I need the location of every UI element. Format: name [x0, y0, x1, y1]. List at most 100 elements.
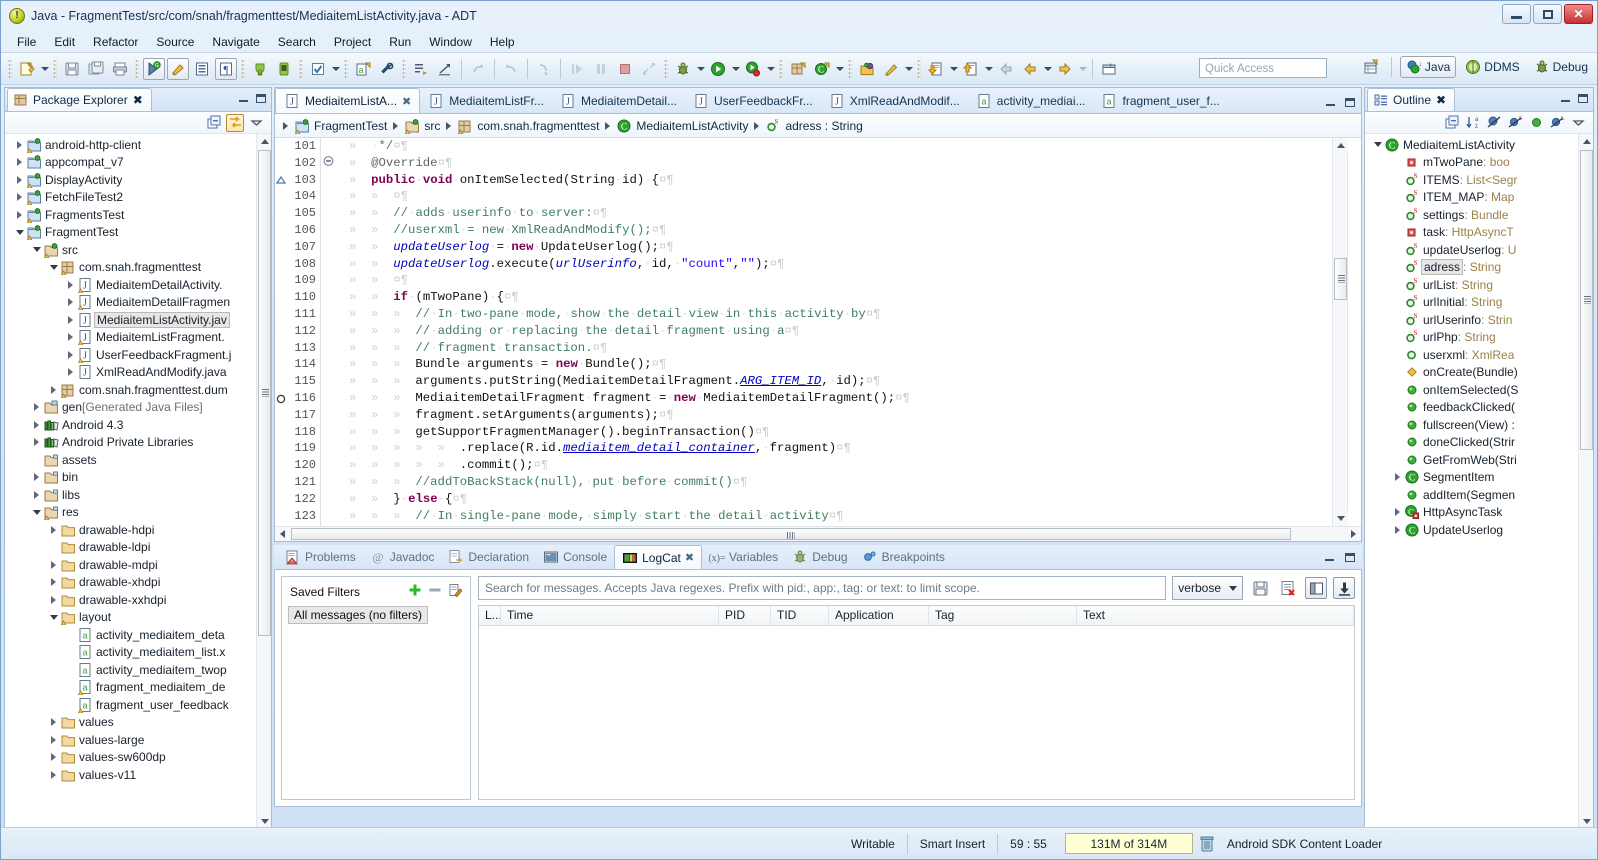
toolbar-grip-11[interactable]	[917, 58, 921, 79]
search-paint-icon[interactable]	[880, 58, 902, 80]
toolbar-grip-3[interactable]	[135, 58, 139, 79]
outline-tree[interactable]: C MediaitemListActivity mTwoPane : boo S ITE…	[1365, 134, 1593, 829]
tree-row[interactable]: bin	[5, 469, 271, 487]
outline-vscroll-thumb[interactable]	[1580, 150, 1593, 450]
outline-row[interactable]: addItem(Segmen	[1365, 486, 1593, 504]
chevron-right-icon[interactable]	[47, 560, 60, 569]
tree-row[interactable]: layout	[5, 609, 271, 627]
tree-row[interactable]: a activity_mediaitem_twop	[5, 661, 271, 679]
chevron-right-icon[interactable]	[47, 770, 60, 779]
editor-annotation-ruler[interactable]: 101 102 103 104 105 106 107 108 109 110 111 112 113 1…	[275, 138, 321, 526]
sort-icon[interactable]: az	[1464, 114, 1482, 132]
logcat-column-header[interactable]: TID	[771, 606, 829, 625]
debug-run-icon[interactable]	[672, 58, 694, 80]
new-window-icon[interactable]	[1098, 58, 1120, 80]
hide-static-icon[interactable]: S	[1506, 114, 1524, 132]
outline-row[interactable]: Sadress : String	[1365, 259, 1593, 277]
maximize-bottom-icon[interactable]	[1343, 550, 1357, 564]
toolbar-grip-6[interactable]	[344, 58, 348, 79]
bottom-tab[interactable]: LogCat ✖	[614, 545, 703, 569]
close-icon[interactable]: ✖	[133, 93, 143, 107]
tree-row[interactable]: a activity_mediaitem_deta	[5, 626, 271, 644]
close-icon[interactable]: ✖	[402, 95, 411, 108]
next-edit-icon[interactable]	[925, 58, 947, 80]
chevron-right-icon[interactable]	[47, 385, 60, 394]
clear-log-icon[interactable]	[1277, 577, 1299, 599]
minimize-button[interactable]	[1502, 4, 1531, 24]
menu-source[interactable]: Source	[148, 33, 202, 51]
package-explorer-tree[interactable]: android-http-client appcompat_v7 DisplayAc…	[5, 134, 271, 829]
vscroll-thumb[interactable]	[258, 150, 271, 636]
chevron-right-icon[interactable]	[30, 438, 43, 447]
new-wizard-dropdown[interactable]	[39, 58, 50, 80]
tree-row[interactable]: FetchFileTest2	[5, 189, 271, 207]
close-icon[interactable]: ✖	[1436, 93, 1446, 107]
minimize-bottom-icon[interactable]	[1322, 550, 1336, 564]
tree-row[interactable]: J MediaitemListActivity.jav	[5, 311, 271, 329]
minus-icon[interactable]	[428, 583, 442, 600]
scroll-up-icon[interactable]	[257, 134, 271, 149]
status-memory-indicator[interactable]: 131M of 314M	[1064, 833, 1193, 854]
tree-row[interactable]: values-sw600dp	[5, 749, 271, 767]
tree-row[interactable]: J MediaitemListFragment.	[5, 329, 271, 347]
logcat-column-header[interactable]: PID	[719, 606, 771, 625]
forward-nav-icon[interactable]	[500, 58, 522, 80]
outline-row[interactable]: mTwoPane : boo	[1365, 154, 1593, 172]
next-annotation-icon[interactable]	[410, 58, 432, 80]
editor-hscrollbar[interactable]	[275, 526, 1361, 541]
chevron-right-icon[interactable]	[1391, 508, 1404, 517]
back-nav-icon[interactable]	[467, 58, 489, 80]
tree-row[interactable]: android-http-client	[5, 136, 271, 154]
outline-row[interactable]: onCreate(Bundle)	[1365, 364, 1593, 382]
outline-row[interactable]: SurlList : String	[1365, 276, 1593, 294]
outline-row[interactable]: fullscreen(View) :	[1365, 416, 1593, 434]
editor-scroll-left-icon[interactable]	[275, 527, 290, 541]
last-edit-location-icon[interactable]	[434, 58, 456, 80]
chevron-right-icon[interactable]	[30, 403, 43, 412]
toolbar-grip[interactable]	[8, 58, 12, 79]
toolbar-grip-2[interactable]	[53, 58, 57, 79]
quick-access-input[interactable]: Quick Access	[1199, 58, 1327, 78]
outline-row[interactable]: task : HttpAsyncT	[1365, 224, 1593, 242]
chevron-down-icon[interactable]	[47, 614, 60, 620]
lint-check-icon[interactable]	[307, 58, 329, 80]
view-menu-icon[interactable]	[247, 114, 265, 132]
logcat-column-header[interactable]: Text	[1077, 606, 1354, 625]
tree-row[interactable]: values-v11	[5, 766, 271, 784]
editor-tab[interactable]: a activity_mediai...	[968, 88, 1094, 113]
prev-edit-icon[interactable]	[960, 58, 982, 80]
menu-run[interactable]: Run	[381, 33, 419, 51]
outline-row[interactable]: C MediaitemListActivity	[1365, 136, 1593, 154]
collapse-all-icon[interactable]	[205, 114, 223, 132]
chevron-right-icon[interactable]	[64, 333, 77, 342]
bottom-tab[interactable]: Console	[536, 545, 614, 569]
lint-dropdown[interactable]	[330, 58, 341, 80]
perspective-ddms[interactable]: DDMS	[1460, 57, 1524, 77]
outline-vscrollbar[interactable]	[1578, 134, 1593, 829]
chevron-right-icon[interactable]	[13, 175, 26, 184]
bottom-tab[interactable]: Debug	[785, 545, 854, 569]
hide-nonpublic-icon[interactable]	[1485, 114, 1503, 132]
pause-icon[interactable]	[590, 58, 612, 80]
chevron-right-icon[interactable]	[47, 578, 60, 587]
outline-row[interactable]: S ITEM_MAP : Map	[1365, 189, 1593, 207]
chevron-right-icon[interactable]	[64, 298, 77, 307]
minimize-editor-icon[interactable]	[1323, 95, 1337, 109]
resume-icon[interactable]	[566, 58, 588, 80]
android-layout-editor-icon[interactable]: G	[143, 57, 165, 80]
tree-row[interactable]: com.snah.fragmenttest	[5, 259, 271, 277]
code-area[interactable]: 101 102 103 104 105 106 107 108 109 110 111 112 113 1…	[275, 138, 1361, 526]
tree-row[interactable]: J UserFeedbackFragment.j	[5, 346, 271, 364]
tree-row[interactable]: appcompat_v7	[5, 154, 271, 172]
editor-overview-ruler[interactable]	[1347, 138, 1361, 526]
scroll-lock-icon[interactable]	[1333, 577, 1355, 599]
breadcrumb[interactable]: FragmentTest src com.snah.fragmenttest C Med…	[275, 114, 1361, 138]
run-icon[interactable]	[707, 58, 729, 80]
display-view-icon[interactable]	[1305, 577, 1327, 599]
tree-row[interactable]: libs	[5, 486, 271, 504]
hide-fields-icon[interactable]	[1527, 114, 1545, 132]
step-icon[interactable]	[533, 58, 555, 80]
back-arrow-icon[interactable]	[995, 58, 1017, 80]
logcat-level-select[interactable]: verbose	[1172, 576, 1243, 600]
chevron-right-icon[interactable]	[47, 718, 60, 727]
